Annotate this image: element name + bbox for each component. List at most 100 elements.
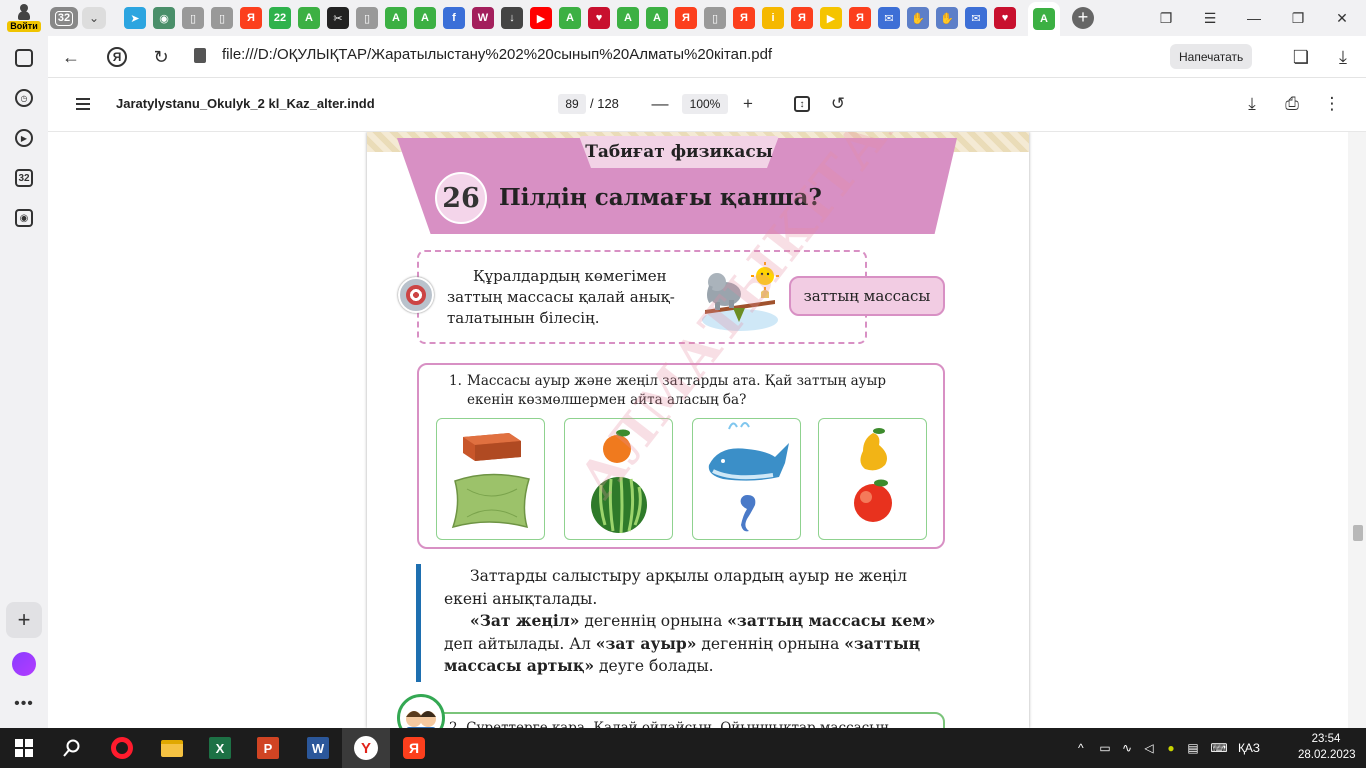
yandex-icon[interactable]: Я xyxy=(791,7,813,29)
sidebar-video-button[interactable]: ▶ xyxy=(8,122,40,154)
taskbar-yandex[interactable]: Я xyxy=(390,728,438,768)
elephant-seesaw-image xyxy=(702,262,779,331)
zoom-in-button[interactable]: + xyxy=(736,92,760,116)
back-button[interactable]: ← xyxy=(58,44,84,70)
taskbar-yandex-browser[interactable]: Y xyxy=(342,728,390,768)
sidebar-history-button[interactable]: ◷ xyxy=(8,82,40,114)
network-icon[interactable]: ▭ xyxy=(1094,741,1116,755)
wa-icon[interactable]: W xyxy=(472,7,494,29)
taskbar-excel[interactable]: X xyxy=(196,728,244,768)
shield-icon[interactable]: ♥ xyxy=(588,7,610,29)
pdf-viewer[interactable]: Табиғат физикасы 26 Пілдің салмағы қанша… xyxy=(48,132,1366,728)
camera-icon: ◉ xyxy=(15,209,33,227)
task2-text: 2. Суреттерге қара. Қалай ойлайсың, Ойын… xyxy=(449,720,889,728)
green-a-icon[interactable]: A xyxy=(646,7,668,29)
zoom-input[interactable]: 100% xyxy=(682,94,728,114)
mail-icon[interactable]: ✉ xyxy=(965,7,987,29)
green-a-icon[interactable]: A xyxy=(617,7,639,29)
start-button[interactable] xyxy=(0,728,48,768)
new-tab-button[interactable]: + xyxy=(1072,7,1094,29)
yandex-icon[interactable]: Я xyxy=(849,7,871,29)
scrollbar-thumb[interactable] xyxy=(1353,525,1363,541)
document-icon[interactable]: ▯ xyxy=(356,7,378,29)
yandex-button[interactable]: Я xyxy=(104,44,130,70)
hand-icon[interactable]: ✋ xyxy=(936,7,958,29)
badge-22-icon[interactable]: 22 xyxy=(269,7,291,29)
taskbar-powerpoint[interactable]: P xyxy=(244,728,292,768)
comparison-card xyxy=(436,418,545,540)
taskbar-opera[interactable] xyxy=(98,728,146,768)
mail-icon[interactable]: ✉ xyxy=(878,7,900,29)
youtube-icon[interactable]: ▶ xyxy=(530,7,552,29)
tab-manager-button[interactable]: ❐ xyxy=(1146,0,1186,36)
telegram-icon[interactable]: ➤ xyxy=(124,7,146,29)
yandex-icon[interactable]: Я xyxy=(240,7,262,29)
document-icon[interactable]: ▯ xyxy=(704,7,726,29)
sidebar-add-button[interactable]: + xyxy=(6,602,42,638)
rotate-button[interactable]: ↺ xyxy=(826,92,850,116)
yandex-icon[interactable]: Я xyxy=(675,7,697,29)
minimize-icon: — xyxy=(1247,10,1261,26)
print-button[interactable]: Напечатать xyxy=(1170,44,1253,69)
login-label: Войти xyxy=(7,21,41,32)
shield-icon[interactable]: ♥ xyxy=(994,7,1016,29)
green-a-icon[interactable]: A xyxy=(385,7,407,29)
yandex-icon[interactable]: Я xyxy=(733,7,755,29)
globe-icon[interactable]: ◉ xyxy=(153,7,175,29)
download-icon[interactable]: ↓ xyxy=(501,7,523,29)
url-field[interactable]: file:///D:/ОҚУЛЫҚТАР/Жаратылыстану%202%2… xyxy=(222,46,772,63)
security-icon[interactable]: ● xyxy=(1160,741,1182,755)
notes-icon[interactable]: ▤ xyxy=(1182,741,1204,755)
login-button[interactable]: Войти xyxy=(0,0,48,36)
print-pdf-button[interactable]: ⎙ xyxy=(1280,92,1304,116)
tabs-dropdown-button[interactable]: ⌄ xyxy=(82,7,106,29)
sidebar-collections-button[interactable] xyxy=(8,42,40,74)
file-icon xyxy=(194,48,206,63)
vertical-scrollbar[interactable] xyxy=(1348,132,1366,728)
watermelon-image xyxy=(591,476,647,534)
wifi-icon[interactable]: ∿ xyxy=(1116,741,1138,755)
chevron-up-icon[interactable]: ^ xyxy=(1078,741,1094,755)
downloads-button[interactable]: ⤓ xyxy=(1330,44,1356,70)
search-button[interactable] xyxy=(48,728,96,768)
hand-icon[interactable]: ✋ xyxy=(907,7,929,29)
minimize-button[interactable]: — xyxy=(1234,0,1274,36)
tab-count-button[interactable]: 32 xyxy=(50,7,78,29)
close-button[interactable]: ✕ xyxy=(1322,0,1362,36)
fit-page-button[interactable]: ↕ xyxy=(790,92,814,116)
capcut-icon[interactable]: ✂ xyxy=(327,7,349,29)
download-pdf-button[interactable]: ⤓ xyxy=(1240,92,1264,116)
folder-icon xyxy=(161,739,183,757)
clock[interactable]: 23:54 28.02.2023 xyxy=(1298,731,1356,763)
extensions-button[interactable]: ❏ xyxy=(1288,44,1314,70)
apple-image xyxy=(854,479,892,522)
active-tab[interactable]: A xyxy=(1028,2,1060,36)
collections-icon xyxy=(15,49,33,67)
sidebar-screenshot-button[interactable]: ◉ xyxy=(8,202,40,234)
browser-menu-button[interactable]: ☰ xyxy=(1190,0,1230,36)
green-a-icon[interactable]: A xyxy=(414,7,436,29)
alice-button[interactable] xyxy=(8,648,40,680)
feather-icon[interactable]: f xyxy=(443,7,465,29)
taskbar-explorer[interactable] xyxy=(148,728,196,768)
menu-icon[interactable] xyxy=(76,98,90,110)
keyboard-icon[interactable]: ⌨ xyxy=(1204,741,1234,755)
more-options-button[interactable]: ⋮ xyxy=(1320,92,1344,116)
document-icon[interactable]: ▯ xyxy=(182,7,204,29)
taskbar-word[interactable]: W xyxy=(294,728,342,768)
info-icon[interactable]: i xyxy=(762,7,784,29)
page-number-input[interactable]: 89 xyxy=(558,94,586,114)
reload-button[interactable]: ↻ xyxy=(148,44,174,70)
language-indicator[interactable]: ҚАЗ xyxy=(1234,741,1264,755)
volume-icon[interactable]: ◁ xyxy=(1138,741,1160,755)
play-icon[interactable]: ▶ xyxy=(820,7,842,29)
sidebar-tabs-button[interactable]: 32 xyxy=(8,162,40,194)
sidebar-more-button[interactable]: ••• xyxy=(8,688,40,720)
zoom-out-button[interactable]: — xyxy=(648,92,672,116)
browser-sidebar: ◷ ▶ 32 ◉ + ••• xyxy=(0,36,48,728)
restore-button[interactable]: ❐ xyxy=(1278,0,1318,36)
green-a-icon[interactable]: A xyxy=(298,7,320,29)
document-icon[interactable]: ▯ xyxy=(211,7,233,29)
info-accent-bar xyxy=(416,564,421,682)
green-a-icon[interactable]: A xyxy=(559,7,581,29)
